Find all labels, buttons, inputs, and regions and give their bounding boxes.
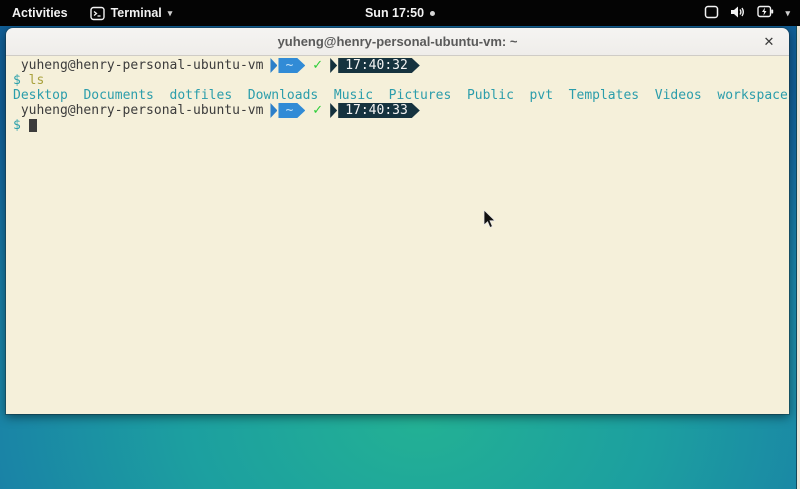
prompt-user: yuheng@henry-personal-ubuntu-vm (21, 103, 264, 118)
powerline-arrow-icon (330, 103, 337, 118)
window-titlebar[interactable]: yuheng@henry-personal-ubuntu-vm: ~ ✕ (6, 28, 789, 56)
activities-button[interactable]: Activities (0, 0, 80, 26)
ls-entry: Templates (569, 88, 639, 103)
prompt-symbol: $ (13, 73, 21, 88)
clock-label: Sun 17:50 (365, 6, 424, 20)
screen-icon (704, 5, 719, 22)
ls-entry: Documents (83, 88, 153, 103)
prompt-path: ~ (278, 58, 305, 73)
clock-button[interactable]: Sun 17:50 (357, 0, 443, 26)
powerline-time-segment: 17:40:33 (330, 103, 420, 118)
system-status-area[interactable]: ▾ (694, 0, 800, 26)
app-menu-label: Terminal (111, 6, 162, 20)
command-line: $ ls (13, 73, 789, 88)
prompt-path: ~ (278, 103, 305, 118)
powerline-path-segment: ~ (270, 58, 305, 73)
powerline-path-segment: ~ (270, 103, 305, 118)
ls-entry: Desktop (13, 88, 68, 103)
battery-charging-icon (757, 5, 774, 21)
ls-entry: Pictures (389, 88, 452, 103)
window-title: yuheng@henry-personal-ubuntu-vm: ~ (278, 34, 518, 49)
ls-entry: workspace (717, 88, 787, 103)
chevron-down-icon: ▾ (785, 8, 790, 19)
prompt-time: 17:40:33 (338, 103, 420, 118)
terminal-app-icon (90, 6, 105, 21)
close-button[interactable]: ✕ (759, 32, 779, 52)
check-icon: ✓ (312, 103, 323, 118)
prompt-time: 17:40:32 (338, 58, 420, 73)
ls-entry: pvt (530, 88, 553, 103)
ls-output: Desktop Documents dotfiles Downloads Music Pi… (13, 88, 789, 103)
ls-entry: Public (467, 88, 514, 103)
terminal-content[interactable]: yuheng@henry-personal-ubuntu-vm ~ ✓ 17:4… (6, 56, 789, 414)
prompt-user: yuheng@henry-personal-ubuntu-vm (21, 58, 264, 73)
prompt-line: yuheng@henry-personal-ubuntu-vm ~ ✓ 17:4… (13, 103, 789, 118)
prompt-symbol: $ (13, 118, 21, 133)
powerline-arrow-icon (270, 103, 277, 118)
prompt-line: yuheng@henry-personal-ubuntu-vm ~ ✓ 17:4… (13, 58, 789, 73)
terminal-window: yuheng@henry-personal-ubuntu-vm: ~ ✕ yuh… (6, 28, 789, 414)
background-window-edge (796, 26, 800, 489)
check-icon: ✓ (312, 58, 323, 73)
volume-icon (730, 5, 746, 22)
app-menu-button[interactable]: Terminal ▾ (80, 0, 183, 26)
chevron-down-icon: ▾ (168, 8, 173, 19)
notification-dot-icon (430, 11, 435, 16)
powerline-arrow-icon (270, 58, 277, 73)
ls-entry: dotfiles (170, 88, 233, 103)
command-text: ls (29, 73, 45, 88)
input-line[interactable]: $ (13, 118, 789, 133)
ls-entry: Music (334, 88, 373, 103)
ls-entry: Videos (655, 88, 702, 103)
terminal-cursor (29, 119, 37, 132)
powerline-time-segment: 17:40:32 (330, 58, 420, 73)
top-bar: Activities Terminal ▾ Sun 17:50 (0, 0, 800, 26)
powerline-arrow-icon (330, 58, 337, 73)
ls-entry: Downloads (248, 88, 318, 103)
